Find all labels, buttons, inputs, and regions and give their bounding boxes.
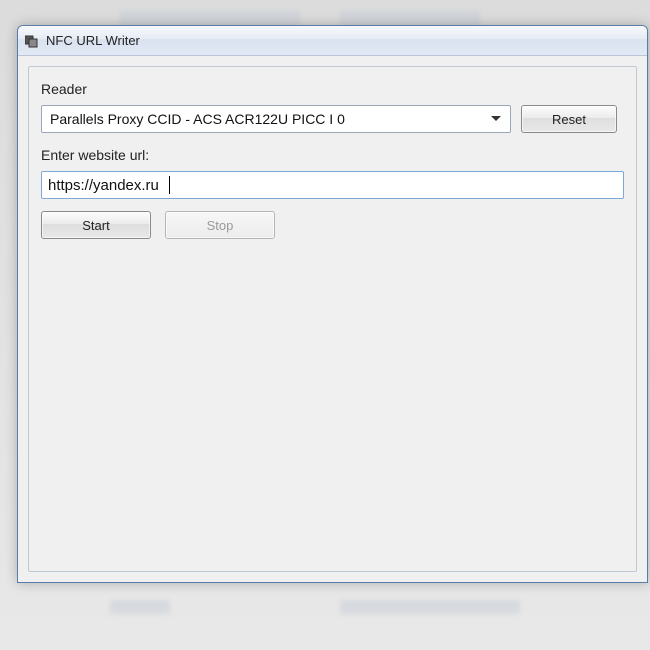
app-window: NFC URL Writer Reader Parallels Proxy CC… <box>17 25 648 583</box>
reader-label: Reader <box>41 81 624 97</box>
window-title: NFC URL Writer <box>46 33 140 48</box>
reset-button[interactable]: Reset <box>521 105 617 133</box>
stop-button: Stop <box>165 211 275 239</box>
url-input[interactable] <box>41 171 624 199</box>
start-button[interactable]: Start <box>41 211 151 239</box>
reader-dropdown[interactable]: Parallels Proxy CCID - ACS ACR122U PICC … <box>41 105 511 133</box>
chevron-down-icon <box>488 111 504 127</box>
reader-selected-text: Parallels Proxy CCID - ACS ACR122U PICC … <box>50 111 345 127</box>
client-area: Reader Parallels Proxy CCID - ACS ACR122… <box>18 56 647 582</box>
url-label: Enter website url: <box>41 147 624 163</box>
main-group: Reader Parallels Proxy CCID - ACS ACR122… <box>28 66 637 572</box>
titlebar[interactable]: NFC URL Writer <box>18 26 647 56</box>
text-caret <box>169 176 170 194</box>
app-icon <box>24 33 40 49</box>
